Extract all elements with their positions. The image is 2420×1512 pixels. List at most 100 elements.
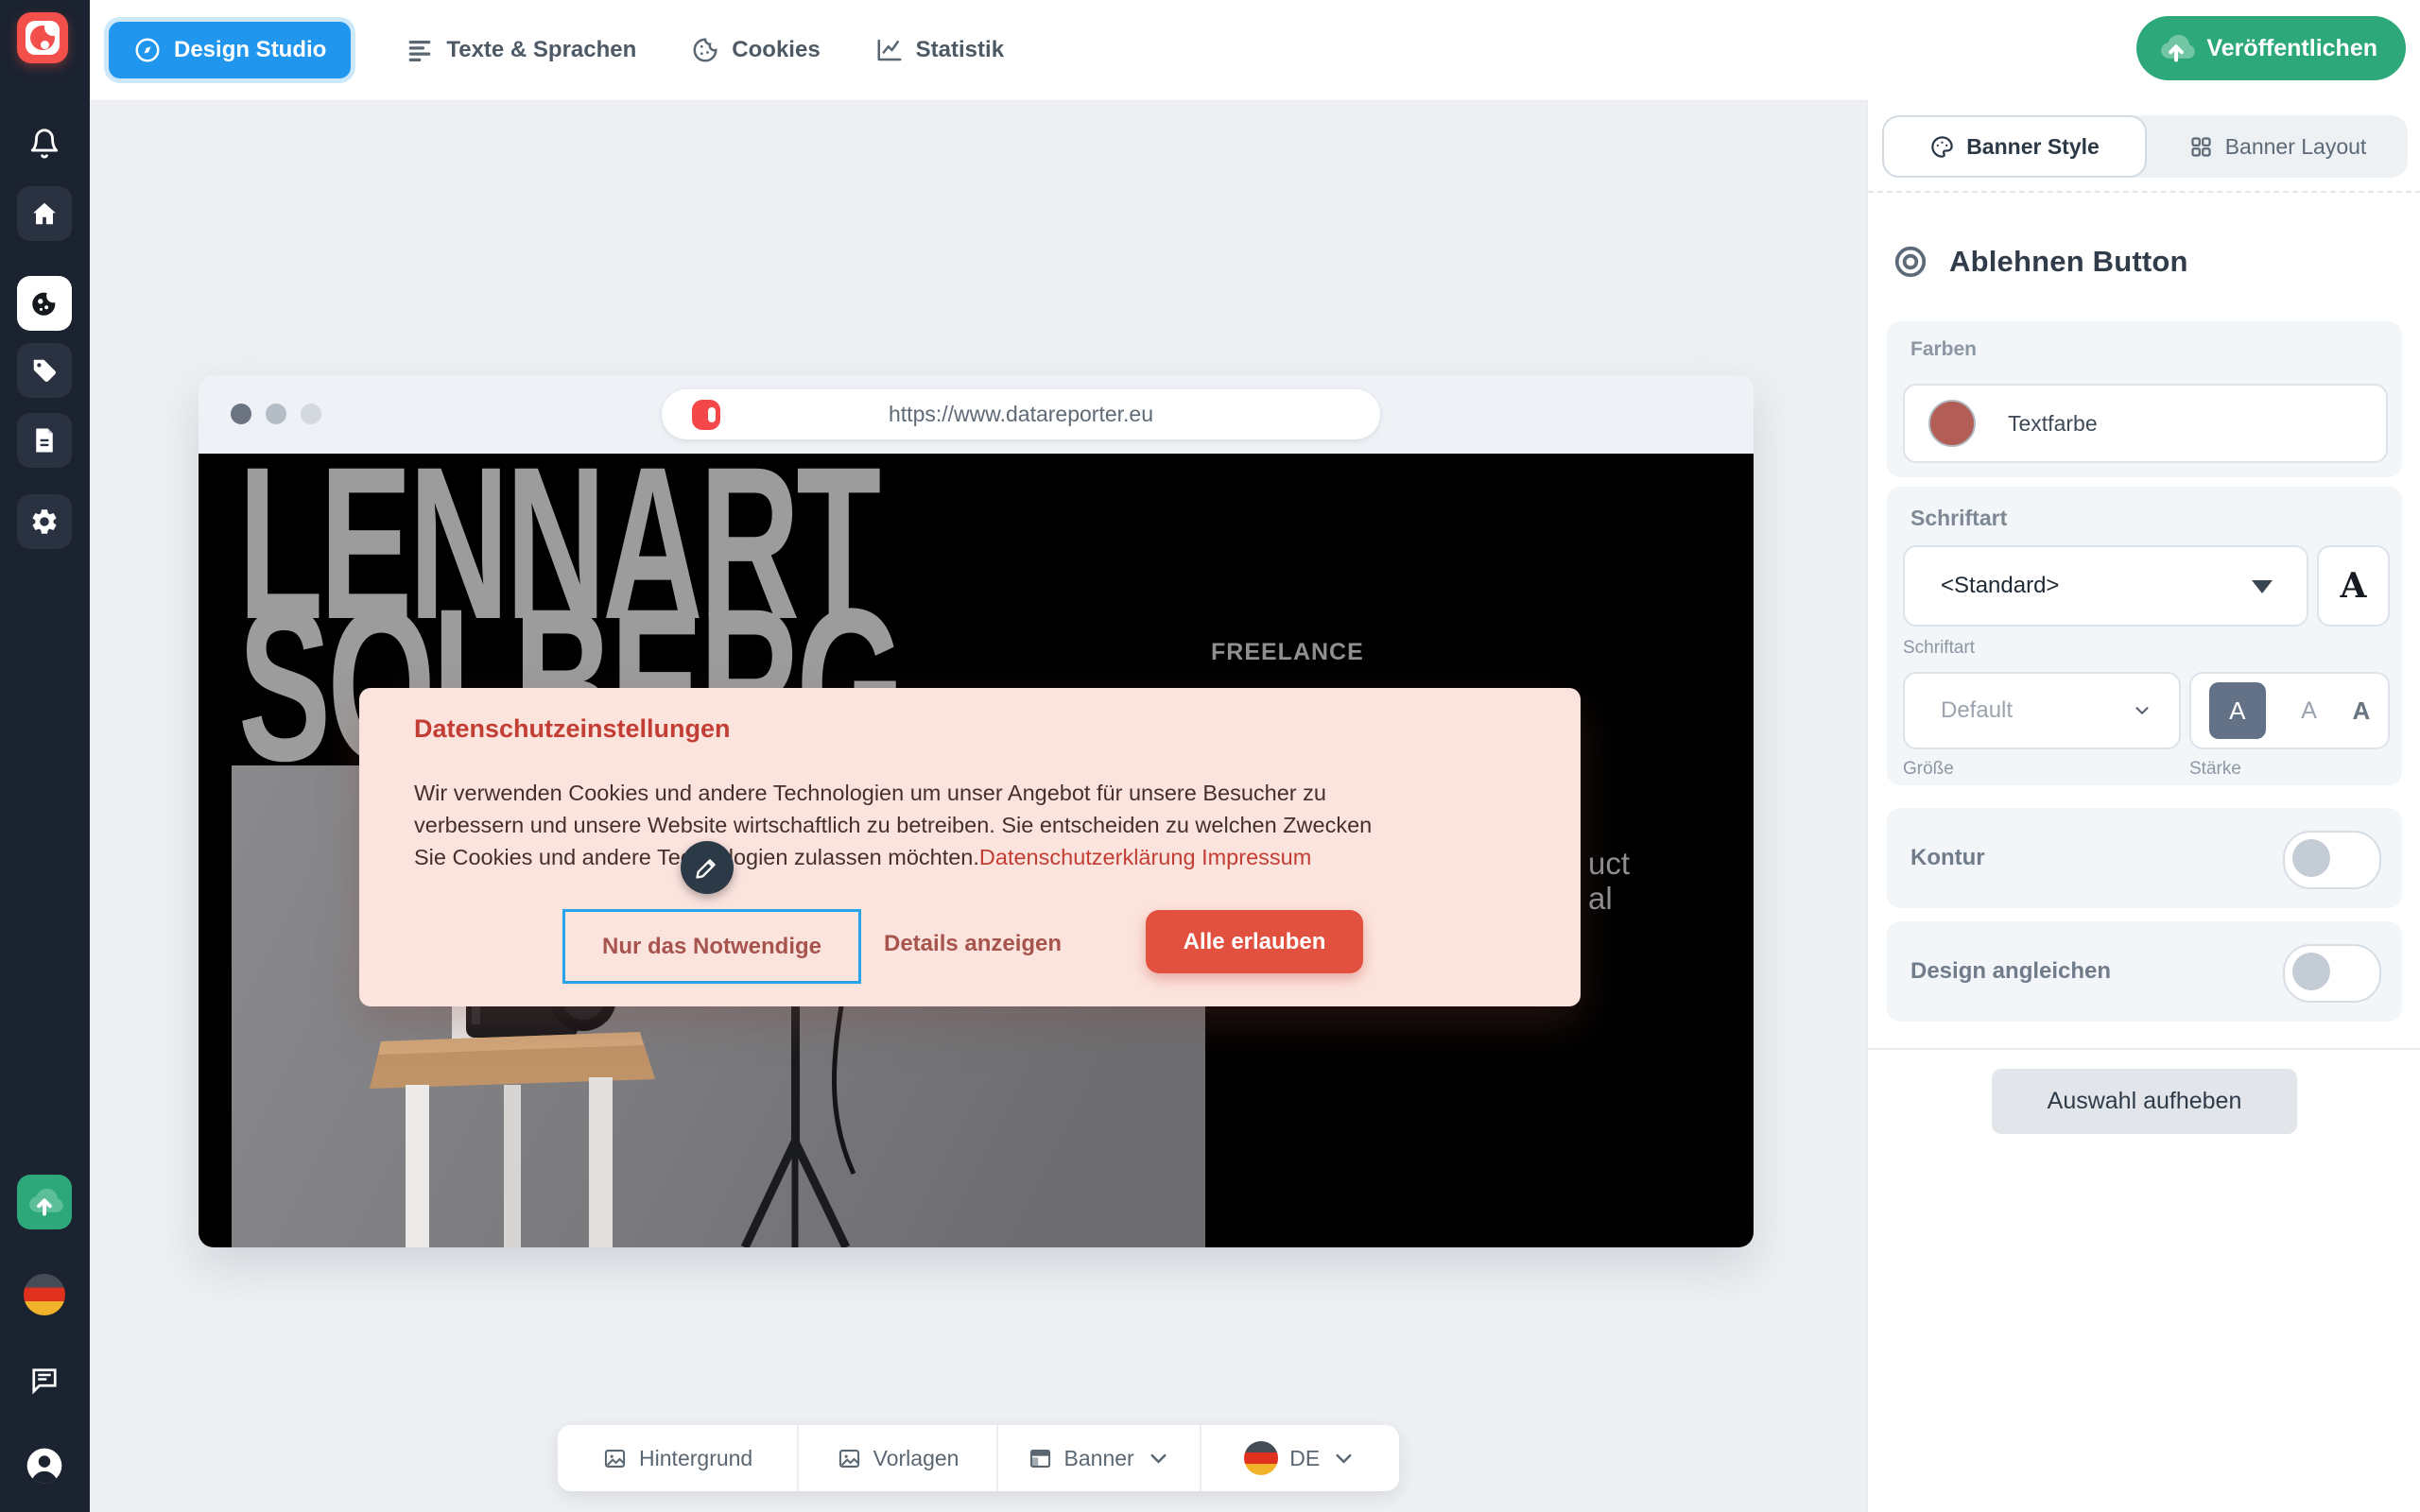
- body-line-1: Wir verwenden Cookies und andere Technol…: [414, 777, 1548, 809]
- design-canvas: https://www.datareporter.eu LENNART SOLB…: [90, 100, 1867, 1512]
- notifications-button[interactable]: [17, 116, 72, 171]
- chevron-down-icon: [1146, 1446, 1171, 1471]
- tab-banner-style[interactable]: Banner Style: [1882, 115, 2147, 178]
- templates-button[interactable]: Vorlagen: [799, 1425, 998, 1491]
- sidebar-item-cookie-studio[interactable]: [17, 276, 72, 331]
- templates-label: Vorlagen: [873, 1446, 959, 1471]
- deselect-label: Auswahl aufheben: [2048, 1088, 2242, 1115]
- tab-banner-layout[interactable]: Banner Layout: [2147, 115, 2408, 178]
- image-icon: [837, 1446, 862, 1471]
- match-design-toggle-off[interactable]: [2283, 944, 2381, 1003]
- banner-layout-icon: [1028, 1446, 1053, 1471]
- tab-label: Cookies: [732, 37, 820, 63]
- main-nav: Design Studio Texte & Sprachen Cookies S…: [109, 22, 1004, 78]
- consent-dialog-title: Datenschutzeinstellungen: [414, 714, 731, 744]
- deselect-button[interactable]: Auswahl aufheben: [1992, 1069, 2297, 1134]
- font-size-select[interactable]: Default: [1903, 672, 2181, 749]
- font-card: Schriftart <Standard> A Schriftart Defau…: [1887, 487, 2402, 785]
- font-family-select[interactable]: <Standard>: [1903, 545, 2308, 627]
- privacy-policy-link[interactable]: Datenschutzerklärung: [979, 845, 1196, 869]
- selected-element-title: Ablehnen Button: [1949, 245, 2188, 279]
- language-label: DE: [1289, 1446, 1320, 1471]
- banner-label: Banner: [1064, 1446, 1134, 1471]
- url-text: https://www.datareporter.eu: [662, 402, 1380, 427]
- weight-light-option-selected[interactable]: A: [2209, 682, 2266, 739]
- font-weight-group: A A A: [2189, 672, 2390, 749]
- site-subheading: FREELANCE: [1211, 639, 1364, 666]
- body-line-3: Sie Cookies und andere Technologien zula…: [414, 841, 1548, 873]
- toggle-knob: [2292, 953, 2330, 990]
- outline-card: Kontur: [1887, 808, 2402, 908]
- size-label: Größe: [1903, 759, 1954, 780]
- style-panel: Banner Style Banner Layout Ablehnen Butt…: [1867, 100, 2420, 1512]
- details-button[interactable]: Details anzeigen: [884, 909, 1062, 978]
- tab-texte-sprachen[interactable]: Texte & Sprachen: [406, 36, 636, 64]
- panel-divider: [1868, 191, 2420, 193]
- text-color-label: Textfarbe: [2008, 411, 2098, 437]
- match-design-label: Design angleichen: [1910, 958, 2111, 985]
- reject-button-label: Nur das Notwendige: [602, 934, 821, 960]
- gear-icon: [29, 507, 60, 537]
- app-logo[interactable]: [17, 12, 68, 63]
- color-swatch[interactable]: [1928, 400, 1976, 447]
- tab-statistik[interactable]: Statistik: [875, 36, 1004, 64]
- sidebar-item-home[interactable]: [17, 186, 72, 241]
- site-text-fragment-2: al: [1588, 881, 1613, 917]
- tab-label: Texte & Sprachen: [446, 37, 636, 63]
- sidebar-language-button[interactable]: [17, 1274, 72, 1315]
- selected-element-header: Ablehnen Button: [1893, 244, 2188, 280]
- publish-label: Veröffentlichen: [2206, 35, 2377, 62]
- compass-icon: [133, 36, 162, 64]
- left-sidebar: [0, 0, 90, 1512]
- font-size-value: Default: [1941, 697, 2013, 724]
- outline-toggle-off[interactable]: [2283, 831, 2381, 889]
- german-flag-icon: [24, 1274, 65, 1315]
- document-icon: [30, 426, 59, 455]
- sidebar-item-settings[interactable]: [17, 494, 72, 549]
- bell-icon: [28, 128, 60, 160]
- accept-button[interactable]: Alle erlauben: [1146, 910, 1363, 973]
- weight-regular-option[interactable]: A: [2301, 697, 2317, 725]
- weight-label: Stärke: [2189, 759, 2241, 780]
- font-card-label: Schriftart: [1910, 506, 2007, 531]
- sidebar-publish-button[interactable]: [17, 1175, 72, 1229]
- body-line-2: verbessern und unsere Website wirtschaft…: [414, 809, 1548, 841]
- text-color-row[interactable]: Textfarbe: [1903, 384, 2388, 463]
- colors-card: Farben Textfarbe: [1887, 321, 2402, 477]
- site-favicon: [692, 400, 720, 430]
- panel-divider: [1868, 1048, 2420, 1050]
- tab-design-studio[interactable]: Design Studio: [109, 22, 351, 78]
- user-icon: [24, 1445, 65, 1486]
- banner-dropdown[interactable]: Banner: [998, 1425, 1202, 1491]
- pencil-icon: [694, 854, 720, 881]
- sidebar-item-documents[interactable]: [17, 413, 72, 468]
- reject-button-selected[interactable]: Nur das Notwendige: [562, 909, 861, 984]
- match-design-card: Design angleichen: [1887, 921, 2402, 1022]
- font-preview-button[interactable]: A: [2317, 545, 2390, 627]
- weight-bold-option[interactable]: A: [2352, 696, 2370, 726]
- german-flag-icon: [1244, 1441, 1278, 1475]
- toggle-knob: [2292, 839, 2330, 877]
- canvas-toolbar: Hintergrund Vorlagen Banner DE: [558, 1425, 1399, 1491]
- sidebar-item-tags[interactable]: [17, 343, 72, 398]
- text-lines-icon: [406, 36, 434, 64]
- background-label: Hintergrund: [639, 1446, 752, 1471]
- url-bar[interactable]: https://www.datareporter.eu: [662, 389, 1380, 439]
- grid-icon: [2188, 134, 2214, 160]
- image-icon: [602, 1446, 628, 1471]
- publish-button[interactable]: Veröffentlichen: [2136, 16, 2406, 80]
- language-dropdown[interactable]: DE: [1201, 1425, 1399, 1491]
- outline-label: Kontur: [1910, 845, 1985, 871]
- home-icon: [30, 199, 59, 228]
- tab-cookies[interactable]: Cookies: [691, 36, 820, 64]
- line-chart-icon: [875, 36, 904, 64]
- sidebar-account-button[interactable]: [17, 1438, 72, 1493]
- background-button[interactable]: Hintergrund: [558, 1425, 799, 1491]
- imprint-link[interactable]: Impressum: [1201, 845, 1311, 869]
- panel-tab-label: Banner Layout: [2225, 134, 2367, 160]
- sidebar-feedback-button[interactable]: [17, 1353, 72, 1408]
- app-root: Design Studio Texte & Sprachen Cookies S…: [0, 0, 2420, 1512]
- traffic-light-dots: [231, 404, 321, 424]
- edit-element-button[interactable]: [681, 841, 734, 894]
- chat-icon: [27, 1364, 61, 1398]
